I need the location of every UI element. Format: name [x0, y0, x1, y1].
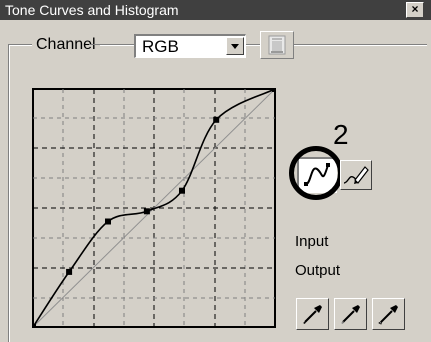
curve-control-point[interactable]	[272, 86, 278, 92]
eyedropper-icon	[303, 305, 322, 324]
channel-image-button[interactable]	[260, 31, 294, 59]
curve-tool-button[interactable]	[297, 157, 337, 193]
channel-select-value: RGB	[142, 37, 179, 56]
input-label: Input	[295, 233, 329, 250]
channel-select[interactable]: RGB	[134, 34, 246, 58]
title-bar[interactable]: Tone Curves and Histogram ×	[0, 0, 431, 20]
tone-curves-dialog: Tone Curves and Histogram × Channel RGB	[0, 0, 431, 342]
curve-control-point[interactable]	[213, 116, 220, 123]
curve-control-point[interactable]	[66, 268, 73, 275]
pencil-icon	[343, 166, 369, 184]
close-icon: ×	[411, 2, 419, 16]
white-point-eyedropper-button[interactable]	[372, 298, 405, 330]
callout-number: 2	[333, 119, 349, 150]
curve-control-point[interactable]	[179, 187, 185, 194]
close-button[interactable]: ×	[406, 2, 424, 18]
tone-curve-graph[interactable]	[30, 86, 278, 330]
pencil-tool-button[interactable]	[340, 160, 372, 190]
curve-control-point[interactable]	[105, 218, 111, 225]
curve-control-point[interactable]	[143, 208, 150, 215]
window-title: Tone Curves and Histogram	[5, 2, 179, 18]
black-point-eyedropper-button[interactable]	[296, 298, 329, 330]
channel-connector-line	[89, 44, 125, 45]
image-icon	[268, 35, 286, 55]
curve-plot[interactable]	[30, 86, 278, 330]
eyedropper-icon	[341, 305, 360, 324]
gray-point-eyedropper-button[interactable]	[334, 298, 367, 330]
curve-tool-icon	[304, 163, 330, 186]
eyedropper-icon	[378, 305, 398, 325]
channel-label: Channel	[32, 36, 100, 54]
output-label: Output	[295, 262, 341, 279]
chevron-down-icon[interactable]	[226, 37, 244, 55]
curve-control-point[interactable]	[30, 324, 36, 330]
